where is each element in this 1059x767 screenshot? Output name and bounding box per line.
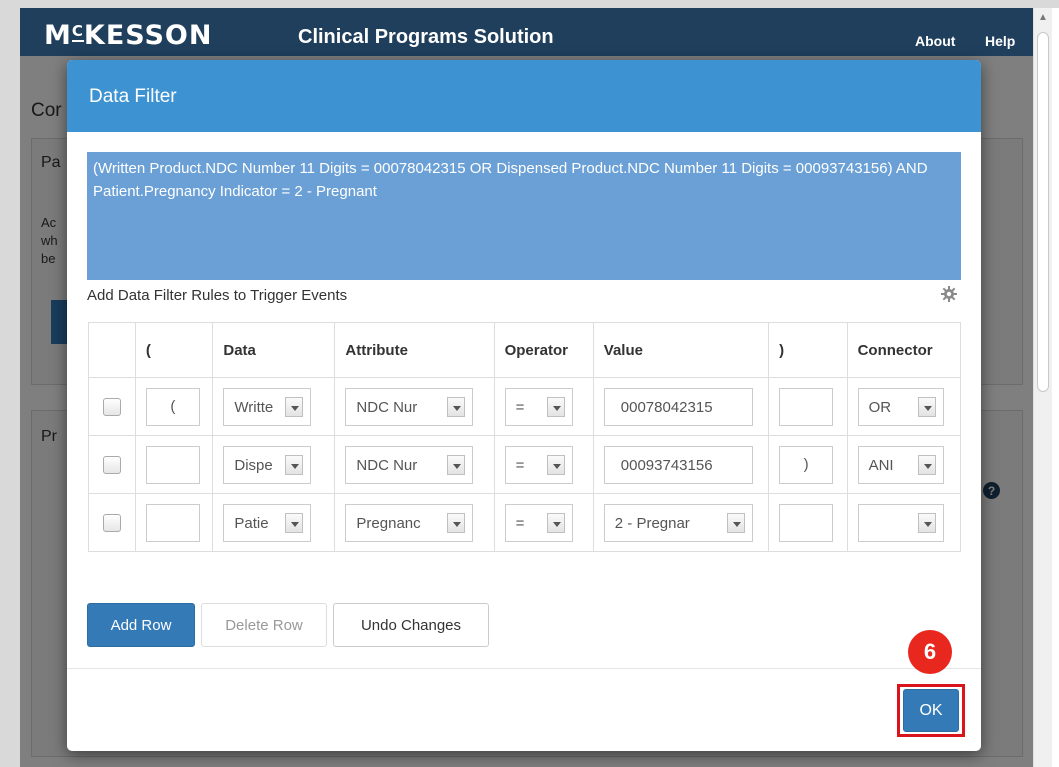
- scrollbar-thumb[interactable]: [1037, 32, 1049, 392]
- connector-select[interactable]: ANI: [857, 445, 944, 484]
- data-select-value: Patie: [234, 514, 269, 532]
- mckesson-logo: MCKESSON: [44, 20, 213, 51]
- value-select-value: 2 - Pregnar: [614, 514, 690, 532]
- scroll-up-icon[interactable]: ▲: [1038, 12, 1048, 23]
- nav-about-link[interactable]: About: [915, 33, 955, 49]
- rules-label: Add Data Filter Rules to Trigger Events: [87, 287, 348, 304]
- chevron-down-icon[interactable]: [917, 454, 936, 475]
- chevron-down-icon[interactable]: [726, 512, 745, 533]
- close-paren-input[interactable]: [779, 503, 834, 542]
- attribute-select[interactable]: NDC Nur: [345, 445, 474, 484]
- operator-select[interactable]: =: [504, 387, 573, 426]
- chevron-down-icon[interactable]: [546, 512, 565, 533]
- chevron-down-icon[interactable]: [546, 396, 565, 417]
- attribute-select-value: NDC Nur: [356, 398, 418, 416]
- dialog-title: Data Filter: [89, 86, 177, 107]
- data-select-value: Writte: [234, 398, 274, 416]
- chevron-down-icon[interactable]: [447, 454, 466, 475]
- row-checkbox[interactable]: [102, 455, 121, 474]
- ok-button[interactable]: OK: [903, 689, 959, 732]
- value-input[interactable]: 00078042315: [603, 387, 753, 426]
- value-input[interactable]: 00093743156: [603, 445, 753, 484]
- col-operator: Operator: [493, 322, 594, 378]
- chevron-down-icon[interactable]: [917, 396, 936, 417]
- table-row: ( Writte NDC Nur = 00078042315 OR: [88, 377, 962, 436]
- connector-select[interactable]: OR: [857, 387, 944, 426]
- data-select[interactable]: Dispe: [223, 445, 312, 484]
- nav-help-link[interactable]: Help: [985, 33, 1015, 49]
- operator-select-value: =: [515, 398, 525, 416]
- filter-expression: (Written Product.NDC Number 11 Digits = …: [87, 152, 961, 280]
- gear-icon[interactable]: [940, 286, 958, 304]
- data-select[interactable]: Writte: [223, 387, 312, 426]
- data-select-value: Dispe: [234, 456, 273, 474]
- chevron-down-icon[interactable]: [447, 396, 466, 417]
- attribute-select[interactable]: NDC Nur: [345, 387, 474, 426]
- table-row: Dispe NDC Nur = 00093743156 ) ANI: [88, 435, 962, 494]
- operator-select-value: =: [515, 514, 525, 532]
- chevron-down-icon[interactable]: [546, 454, 565, 475]
- close-paren-input[interactable]: [779, 387, 834, 426]
- data-select[interactable]: Patie: [223, 503, 312, 542]
- connector-select-value: OR: [868, 398, 892, 416]
- operator-select[interactable]: =: [504, 445, 573, 484]
- col-value: Value: [592, 322, 770, 378]
- value-select[interactable]: 2 - Pregnar: [603, 503, 753, 542]
- step-number-badge: 6: [908, 630, 952, 674]
- connector-select[interactable]: [857, 503, 944, 542]
- window-frame-top: [0, 0, 1059, 8]
- col-attribute: Attribute: [334, 322, 495, 378]
- chevron-down-icon[interactable]: [917, 512, 936, 533]
- col-close-paren: ): [768, 322, 848, 378]
- open-paren-input[interactable]: (: [145, 387, 200, 426]
- chevron-down-icon[interactable]: [285, 396, 304, 417]
- chevron-down-icon[interactable]: [285, 454, 304, 475]
- col-connector: Connector: [846, 322, 962, 378]
- col-open-paren: (: [134, 322, 214, 378]
- rules-header-row: ( Data Attribute Operator Value ) Connec…: [88, 322, 962, 378]
- attribute-select-value: Pregnanc: [356, 514, 421, 532]
- chevron-down-icon[interactable]: [285, 512, 304, 533]
- close-paren-input[interactable]: ): [779, 445, 834, 484]
- open-paren-input[interactable]: [145, 445, 200, 484]
- rules-table: ( Data Attribute Operator Value ) Connec…: [88, 322, 962, 552]
- data-filter-dialog: Data Filter (Written Product.NDC Number …: [67, 60, 981, 751]
- table-row: Patie Pregnanc = 2 - Pregnar: [88, 493, 962, 552]
- page-scrollbar[interactable]: ▲: [1033, 8, 1052, 767]
- col-data: Data: [212, 322, 336, 378]
- operator-select[interactable]: =: [504, 503, 573, 542]
- dialog-footer-divider: [67, 668, 981, 669]
- row-checkbox[interactable]: [102, 397, 121, 416]
- open-paren-input[interactable]: [145, 503, 200, 542]
- dialog-header: Data Filter: [67, 60, 981, 132]
- window-frame-left: [0, 0, 20, 767]
- attribute-select[interactable]: Pregnanc: [345, 503, 474, 542]
- operator-select-value: =: [515, 456, 525, 474]
- chevron-down-icon[interactable]: [447, 512, 466, 533]
- add-row-button[interactable]: Add Row: [87, 603, 195, 647]
- row-checkbox[interactable]: [102, 513, 121, 532]
- col-select: [88, 322, 136, 378]
- connector-select-value: ANI: [868, 456, 894, 474]
- undo-changes-button[interactable]: Undo Changes: [333, 603, 489, 647]
- app-title: Clinical Programs Solution: [298, 26, 554, 48]
- delete-row-button[interactable]: Delete Row: [201, 603, 327, 647]
- attribute-select-value: NDC Nur: [356, 456, 418, 474]
